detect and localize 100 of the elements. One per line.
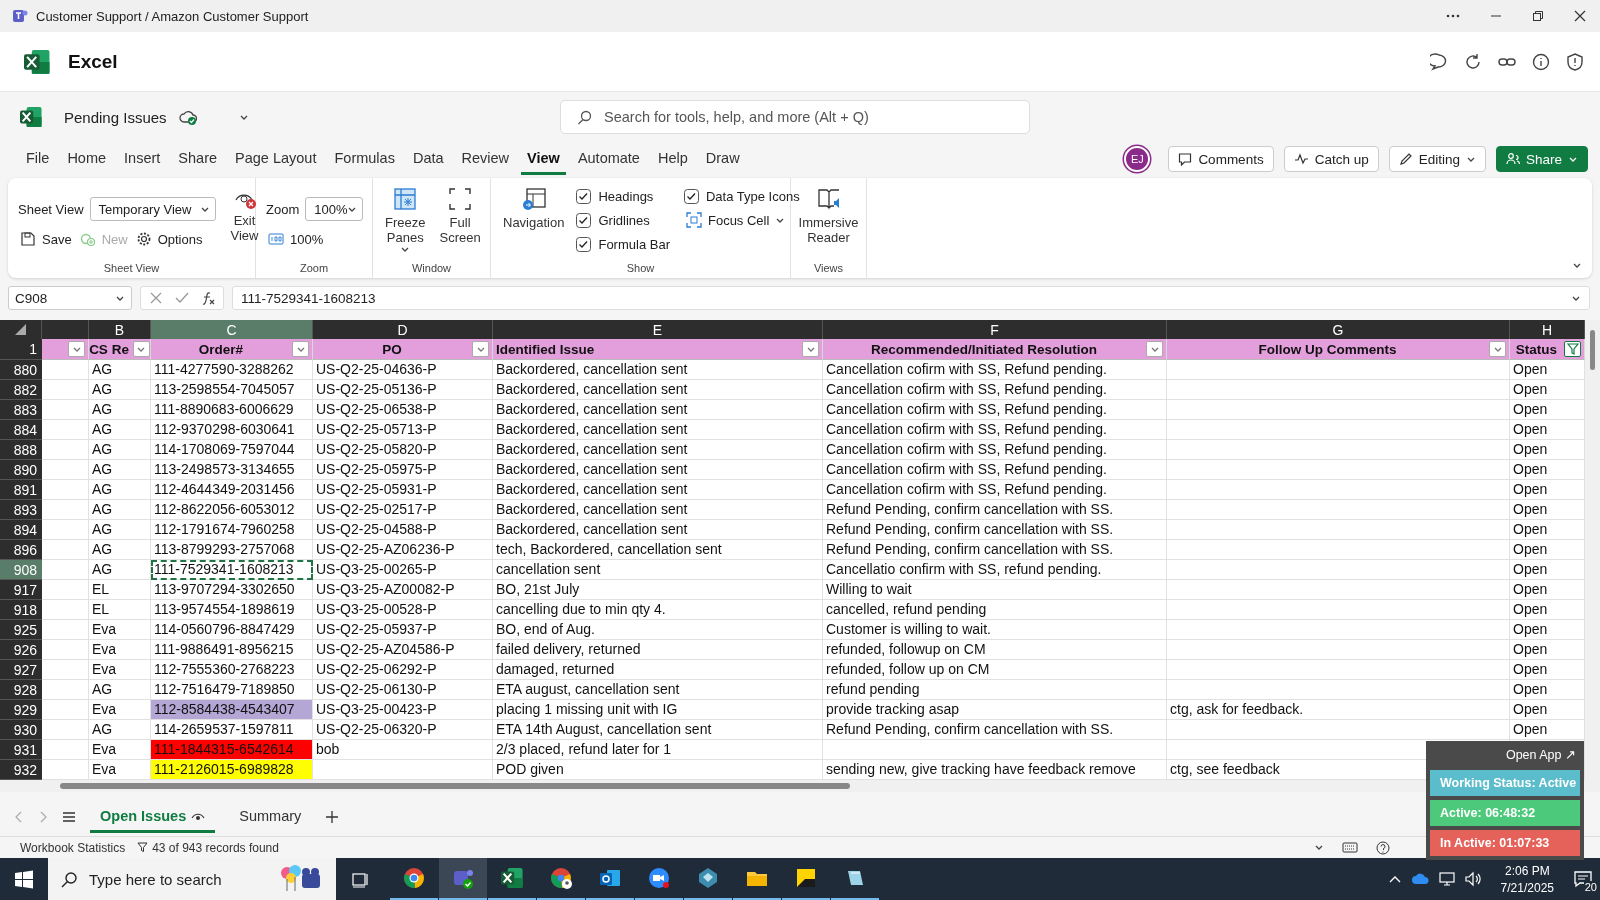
filter-button[interactable] [132, 341, 150, 357]
info-icon[interactable] [1532, 52, 1550, 71]
window-button[interactable]: Freeze Panes [383, 184, 428, 262]
table-cell[interactable]: 111-9886491-8956215 [151, 640, 313, 660]
row-header[interactable]: 890 [0, 460, 42, 480]
table-cell[interactable]: US-Q2-25-05937-P [313, 620, 493, 640]
table-cell[interactable]: Backordered, cancellation sent [493, 360, 823, 380]
table-cell[interactable]: 112-7555360-2768223 [151, 660, 313, 680]
menu-tab[interactable]: Home [61, 143, 113, 175]
restore-icon[interactable] [1532, 10, 1544, 22]
empty-cell[interactable] [1167, 600, 1510, 620]
exit-view-button[interactable]: Exit View [225, 184, 264, 262]
chevron-up-icon[interactable] [1388, 874, 1401, 884]
table-cell[interactable]: ETA 14th August, cancellation sent [493, 720, 823, 740]
table-cell[interactable]: US-Q2-25-AZ04586-P [313, 640, 493, 660]
table-cell[interactable]: US-Q2-25-06538-P [313, 400, 493, 420]
chat-icon[interactable] [1430, 52, 1448, 71]
task-view-icon[interactable] [351, 870, 369, 888]
row-header[interactable]: 929 [0, 700, 42, 720]
filter-button[interactable] [68, 341, 85, 357]
window-button[interactable]: Full Screen [437, 184, 483, 262]
table-cell[interactable]: Backordered, cancellation sent [493, 520, 823, 540]
table-cell[interactable]: AG [89, 360, 151, 380]
horizontal-scrollbar[interactable] [0, 780, 1600, 792]
table-cell[interactable]: Cancellation cofirm with SS, Refund pending. [823, 360, 1167, 380]
formula-field[interactable]: 111-7529341-1608213 [241, 290, 376, 306]
sheet-tab[interactable]: Open Issues [90, 801, 216, 833]
table-cell[interactable]: US-Q2-25-05136-P [313, 380, 493, 400]
cancel-icon[interactable] [149, 291, 163, 305]
empty-cell[interactable] [1167, 420, 1510, 440]
navigation-button[interactable]: Navigation [501, 184, 567, 262]
table-cell[interactable]: 111-2126015-6989828 [151, 760, 313, 780]
empty-cell[interactable] [1167, 620, 1510, 640]
menu-icon[interactable] [62, 811, 76, 823]
row-header[interactable]: 880 [0, 360, 42, 380]
table-cell[interactable]: Eva [89, 660, 151, 680]
table-cell[interactable]: 112-9370298-6030641 [151, 420, 313, 440]
table-cell[interactable]: US-Q2-25-06130-P [313, 680, 493, 700]
function-icon[interactable] [201, 290, 215, 306]
menu-tab[interactable]: Draw [699, 143, 746, 175]
table-cell[interactable]: Refund Pending, confirm cancellation with SS. [823, 540, 1167, 560]
shield-icon[interactable] [1566, 52, 1584, 71]
row-header[interactable]: 888 [0, 440, 42, 460]
table-cell[interactable]: 112-8584438-4543407 [151, 700, 313, 720]
table-cell[interactable]: 111-1844315-6542614 [151, 740, 313, 760]
empty-cell[interactable] [1167, 560, 1510, 580]
table-cell[interactable]: 114-0560796-8847429 [151, 620, 313, 640]
table-cell[interactable]: Cancellation cofirm with SS, Refund pending. [823, 460, 1167, 480]
table-cell[interactable]: 113-9707294-3302650 [151, 580, 313, 600]
mail-app-icon[interactable] [599, 867, 621, 889]
checkbox[interactable] [576, 212, 592, 228]
menu-tab[interactable]: Automate [571, 143, 646, 175]
table-cell[interactable]: Cancellation cofirm with SS, Refund pending. [823, 480, 1167, 500]
row-header[interactable]: 930 [0, 720, 42, 740]
table-cell[interactable]: 114-1708069-7597044 [151, 440, 313, 460]
sheet-view-button[interactable]: Options [133, 229, 205, 249]
volume-icon[interactable] [1464, 871, 1481, 887]
checkbox[interactable] [576, 188, 592, 204]
table-cell[interactable]: EL [89, 600, 151, 620]
gem-app-icon[interactable] [697, 867, 719, 889]
table-cell[interactable]: US-Q2-25-04588-P [313, 520, 493, 540]
table-cell[interactable]: Cancellation cofirm with SS, Refund pending. [823, 420, 1167, 440]
table-cell[interactable]: 113-2598554-7045057 [151, 380, 313, 400]
table-cell[interactable]: placing 1 missing unit with IG [493, 700, 823, 720]
name-box[interactable]: C908 [8, 286, 132, 310]
table-cell[interactable]: AG [89, 380, 151, 400]
row-header[interactable]: 883 [0, 400, 42, 420]
row-header[interactable]: 893 [0, 500, 42, 520]
table-cell[interactable]: US-Q2-25-02517-P [313, 500, 493, 520]
table-cell[interactable]: 113-8799293-2757068 [151, 540, 313, 560]
table-cell[interactable]: US-Q3-25-00265-P [313, 560, 493, 580]
search-field[interactable]: Search for tools, help, and more (Alt + Q) [560, 100, 1030, 134]
empty-cell[interactable] [1167, 680, 1510, 700]
row-header[interactable]: 896 [0, 540, 42, 560]
column-header[interactable]: H [1510, 320, 1585, 339]
previous-sheet-icon[interactable] [14, 811, 24, 823]
empty-cell[interactable] [1167, 640, 1510, 660]
menu-tab[interactable]: Share [172, 143, 224, 175]
table-cell[interactable]: 111-8890683-6006629 [151, 400, 313, 420]
table-cell[interactable]: cancelling due to min qty 4. [493, 600, 823, 620]
table-cell[interactable]: 113-9574554-1898619 [151, 600, 313, 620]
table-cell[interactable]: AG [89, 420, 151, 440]
workbook-statistics-button[interactable]: Workbook Statistics [20, 840, 126, 855]
refresh-icon[interactable] [1464, 52, 1482, 71]
table-cell[interactable]: Backordered, cancellation sent [493, 380, 823, 400]
empty-cell[interactable] [1167, 360, 1510, 380]
menu-tab[interactable]: Review [455, 143, 516, 175]
table-cell[interactable]: ETA august, cancellation sent [493, 680, 823, 700]
table-cell[interactable]: US-Q2-25-04636-P [313, 360, 493, 380]
row-header[interactable]: 931 [0, 740, 42, 760]
empty-cell[interactable] [1167, 540, 1510, 560]
sheet-view-button[interactable]: Save [18, 229, 74, 249]
open-app-link[interactable]: Open App ↗ [1505, 748, 1576, 762]
sticky-note-icon[interactable] [795, 867, 817, 889]
table-cell[interactable]: refunded, followup on CM [823, 640, 1167, 660]
table-cell[interactable]: US-Q2-25-06320-P [313, 720, 493, 740]
table-cell[interactable]: US-Q2-25-AZ06236-P [313, 540, 493, 560]
table-cell[interactable]: failed delivery, returned [493, 640, 823, 660]
table-cell[interactable]: tech, Backordered, cancellation sent [493, 540, 823, 560]
clock-time[interactable]: 2:06 PM [1504, 863, 1550, 878]
